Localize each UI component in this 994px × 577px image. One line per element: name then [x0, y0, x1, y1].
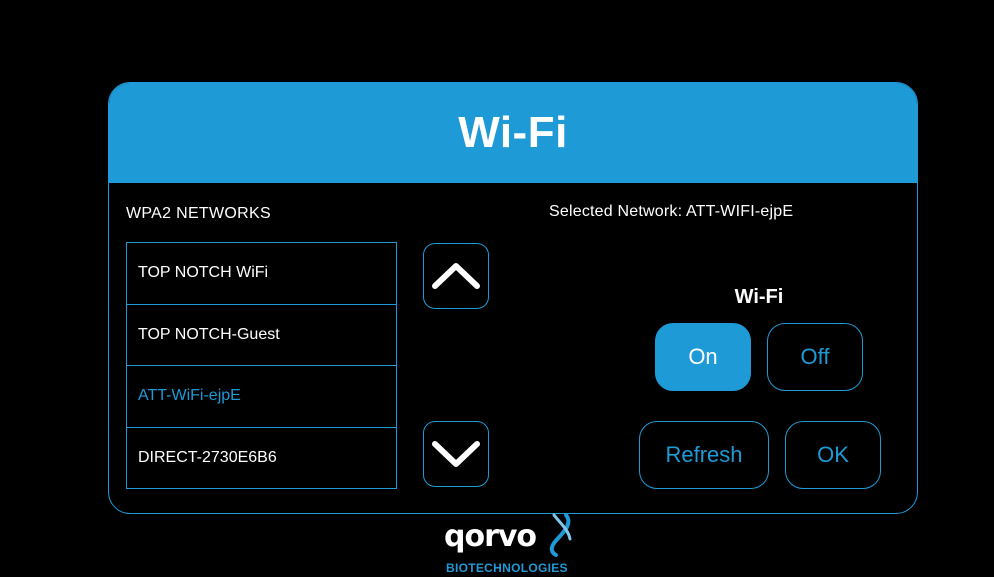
- qorvo-logo: qorvo BIOTECHNOLOGIES: [444, 513, 584, 577]
- dialog-header: Wi-Fi: [109, 83, 917, 183]
- wifi-off-button[interactable]: Off: [767, 323, 863, 391]
- network-item-direct[interactable]: DIRECT-2730E6B6: [127, 428, 396, 490]
- screen: Wi-Fi WPA2 NETWORKS TOP NOTCH WiFi TOP N…: [6, 6, 988, 575]
- selected-network-label: Selected Network: ATT-WIFI-ejpE: [549, 203, 794, 220]
- wifi-dialog: Wi-Fi WPA2 NETWORKS TOP NOTCH WiFi TOP N…: [108, 82, 918, 514]
- scroll-down-button[interactable]: [423, 421, 489, 487]
- logo-wordmark: qorvo: [444, 519, 537, 554]
- logo-subtitle: BIOTECHNOLOGIES: [446, 561, 568, 575]
- scroll-up-button[interactable]: [423, 243, 489, 309]
- wifi-toggle-label: Wi-Fi: [734, 286, 784, 308]
- network-item-top-notch-wifi[interactable]: TOP NOTCH WiFi: [127, 243, 396, 305]
- network-item-att-wifi[interactable]: ATT-WiFi-ejpE: [127, 366, 396, 428]
- helix-icon: [549, 513, 572, 557]
- refresh-button[interactable]: Refresh: [639, 421, 769, 489]
- dialog-title: Wi-Fi: [458, 108, 568, 157]
- chevron-down-icon: [432, 441, 480, 467]
- network-item-top-notch-guest[interactable]: TOP NOTCH-Guest: [127, 305, 396, 366]
- wifi-on-button[interactable]: On: [655, 323, 751, 391]
- network-list: TOP NOTCH WiFi TOP NOTCH-Guest ATT-WiFi-…: [126, 242, 397, 489]
- ok-button[interactable]: OK: [785, 421, 881, 489]
- chevron-up-icon: [432, 263, 480, 289]
- networks-heading: WPA2 NETWORKS: [126, 205, 271, 222]
